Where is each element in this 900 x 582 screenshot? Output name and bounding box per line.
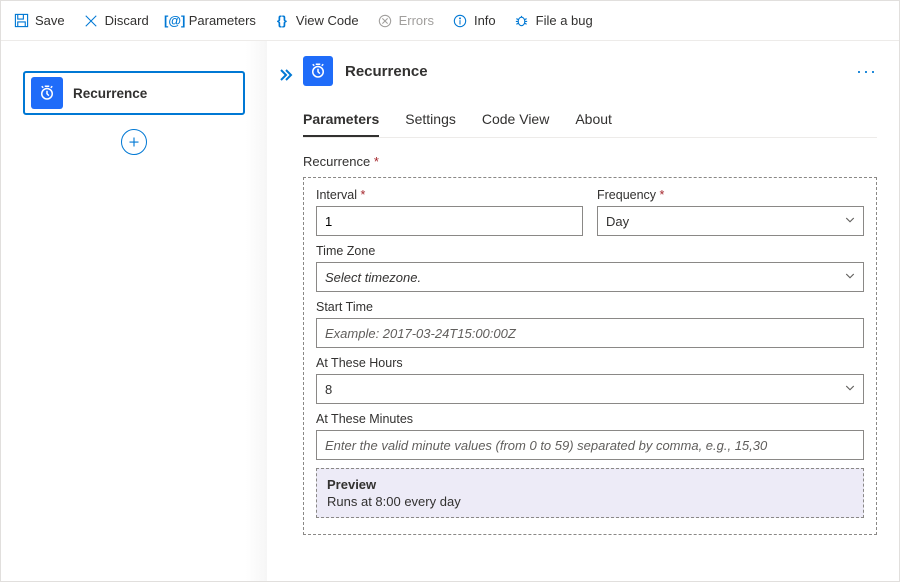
discard-label: Discard xyxy=(105,13,149,28)
panel-more-button[interactable]: ··· xyxy=(856,61,877,82)
bug-icon xyxy=(514,13,530,29)
timezone-label: Time Zone xyxy=(316,244,864,258)
add-step-button[interactable] xyxy=(121,129,147,155)
view-code-label: View Code xyxy=(296,13,359,28)
interval-input[interactable] xyxy=(316,206,583,236)
hours-select[interactable] xyxy=(316,374,864,404)
minutes-input[interactable] xyxy=(316,430,864,460)
close-icon xyxy=(83,13,99,29)
frequency-label: Frequency xyxy=(597,188,864,202)
tab-about[interactable]: About xyxy=(575,103,612,137)
error-icon xyxy=(377,13,393,29)
properties-panel: Recurrence ··· Parameters Settings Code … xyxy=(303,53,877,563)
preview-box: Preview Runs at 8:00 every day xyxy=(316,468,864,518)
save-icon xyxy=(13,13,29,29)
save-button[interactable]: Save xyxy=(13,13,65,29)
designer-canvas: Recurrence xyxy=(1,41,267,581)
minutes-label: At These Minutes xyxy=(316,412,864,426)
preview-title: Preview xyxy=(327,477,853,492)
panel-tabs: Parameters Settings Code View About xyxy=(303,103,877,138)
recurrence-group: Interval Frequency Time Zone xyxy=(303,177,877,535)
bug-label: File a bug xyxy=(536,13,593,28)
parameters-button[interactable]: [@] Parameters xyxy=(167,13,256,29)
tab-parameters[interactable]: Parameters xyxy=(303,103,379,137)
interval-label: Interval xyxy=(316,188,583,202)
tab-settings[interactable]: Settings xyxy=(405,103,456,137)
view-code-button[interactable]: {} View Code xyxy=(274,13,359,29)
clock-icon xyxy=(303,56,333,86)
parameters-label: Parameters xyxy=(189,13,256,28)
discard-button[interactable]: Discard xyxy=(83,13,149,29)
errors-button[interactable]: Errors xyxy=(377,13,434,29)
timezone-select[interactable]: Select timezone. xyxy=(316,262,864,292)
toolbar: Save Discard [@] Parameters {} View Code… xyxy=(1,1,899,41)
info-button[interactable]: Info xyxy=(452,13,496,29)
code-icon: {} xyxy=(274,13,290,29)
preview-text: Runs at 8:00 every day xyxy=(327,494,853,509)
parameters-icon: [@] xyxy=(167,13,183,29)
hours-label: At These Hours xyxy=(316,356,864,370)
collapse-panel-button[interactable] xyxy=(267,53,303,563)
trigger-title: Recurrence xyxy=(73,86,147,101)
starttime-input[interactable] xyxy=(316,318,864,348)
section-title: Recurrence xyxy=(303,154,877,169)
file-bug-button[interactable]: File a bug xyxy=(514,13,593,29)
trigger-node[interactable]: Recurrence xyxy=(23,71,245,115)
info-icon xyxy=(452,13,468,29)
info-label: Info xyxy=(474,13,496,28)
errors-label: Errors xyxy=(399,13,434,28)
tab-code-view[interactable]: Code View xyxy=(482,103,549,137)
starttime-label: Start Time xyxy=(316,300,864,314)
panel-title: Recurrence xyxy=(345,63,844,80)
save-label: Save xyxy=(35,13,65,28)
frequency-select[interactable] xyxy=(597,206,864,236)
clock-icon xyxy=(31,77,63,109)
